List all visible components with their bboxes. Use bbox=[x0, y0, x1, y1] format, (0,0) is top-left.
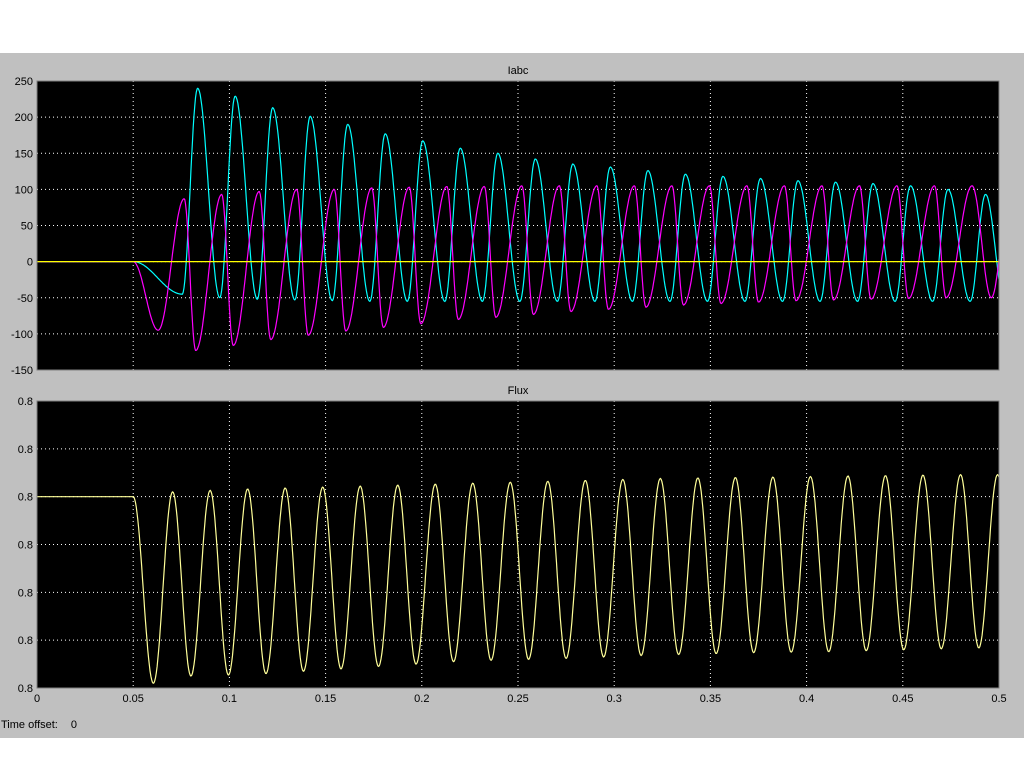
iabc-ytick-label: -150 bbox=[11, 365, 33, 377]
flux-xtick-label: 0.35 bbox=[700, 693, 721, 705]
iabc-ytick-label: 50 bbox=[21, 221, 33, 233]
flux-xtick-label: 0.3 bbox=[607, 693, 622, 705]
iabc-ytick-label: 150 bbox=[15, 148, 33, 160]
flux-ytick-label: 0.8 bbox=[18, 492, 33, 504]
flux-xtick-label: 0.45 bbox=[892, 693, 913, 705]
time-offset-readout: Time offset: 0 bbox=[1, 719, 77, 731]
iabc-ytick-label: 100 bbox=[15, 184, 33, 196]
flux-xtick-label: 0.05 bbox=[122, 693, 143, 705]
iabc-ytick-label: 200 bbox=[15, 112, 33, 124]
scope-window: 250 200 150 100 50 0 -50 -100 -150 Iabc 0.8 0.8 0.8 0… bbox=[0, 53, 1024, 738]
flux-xtick-label: 0.1 bbox=[222, 693, 237, 705]
flux-xtick-label: 0.2 bbox=[414, 693, 429, 705]
scope-plots: 250200150100500-50-100-150Iabc0.80.80.80… bbox=[11, 65, 1007, 705]
flux-xtick-label: 0.25 bbox=[507, 693, 528, 705]
flux-title: Flux bbox=[508, 385, 529, 397]
time-offset-label: Time offset: bbox=[1, 719, 58, 731]
flux-xtick-label: 0.15 bbox=[315, 693, 336, 705]
flux-ytick-label: 0.8 bbox=[18, 540, 33, 552]
iabc-title: Iabc bbox=[508, 65, 529, 77]
flux-ytick-label: 0.8 bbox=[18, 635, 33, 647]
iabc-ytick-label: 250 bbox=[15, 76, 33, 88]
flux-xtick-label: 0 bbox=[34, 693, 40, 705]
flux-ytick-label: 0.8 bbox=[18, 396, 33, 408]
iabc-ytick-label: 0 bbox=[27, 257, 33, 269]
flux-ytick-label: 0.8 bbox=[18, 587, 33, 599]
time-offset-value: 0 bbox=[70, 719, 78, 731]
flux-xtick-label: 0.5 bbox=[991, 693, 1006, 705]
flux-ytick-label: 0.8 bbox=[18, 683, 33, 695]
flux-ytick-label: 0.8 bbox=[18, 444, 33, 456]
iabc-ytick-label: -50 bbox=[17, 293, 33, 305]
iabc-ytick-label: -100 bbox=[11, 329, 33, 341]
flux-axes: 0.80.80.80.80.80.80.80 0.05 0.1 0.15 0.2 0.25… bbox=[18, 385, 1007, 705]
iabc-axes: 250 200 150 100 50 0 -50 -100 -150 Iabc bbox=[11, 65, 1000, 377]
flux-xtick-label: 0.4 bbox=[799, 693, 814, 705]
